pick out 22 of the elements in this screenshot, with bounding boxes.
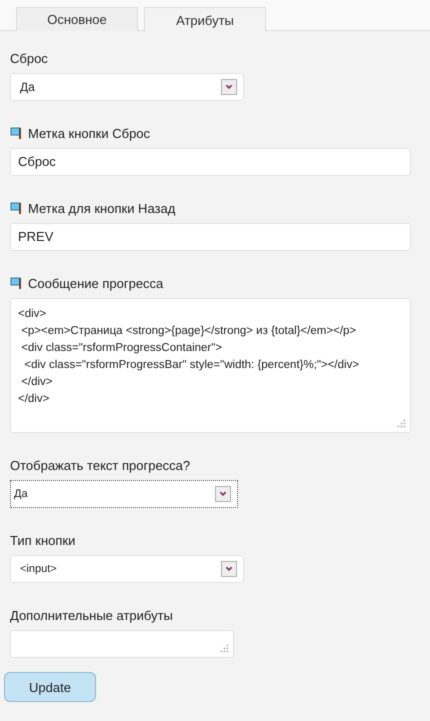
text-area[interactable]: <div> <p><em>Страница <strong>{page}</strong> из {total}</em></p> <div class="rsformProgressContainer"> <div class="rsformProgressBar" style="width: {percent}%;"></div> </div> </div>	[10, 298, 411, 433]
dropdown[interactable]: <input>	[10, 555, 244, 583]
field-label: Дополнительные атрибуты	[10, 608, 173, 622]
field-label: Сообщение прогресса	[28, 276, 164, 290]
field-label: Сброс	[10, 50, 48, 66]
input-field[interactable]: PREV	[10, 223, 411, 251]
field-label: Тип кнопки	[10, 532, 76, 548]
caret-icon	[221, 561, 237, 577]
field-label: Метка для кнопки Назад	[28, 200, 176, 216]
dropdown[interactable]: Да	[10, 73, 244, 101]
text-area[interactable]	[10, 630, 234, 658]
caret-icon	[221, 79, 237, 95]
tab[interactable]: Атрибуты	[144, 7, 266, 32]
field-label: Метка кнопки Сброс	[28, 126, 150, 140]
update-button[interactable]: Update	[4, 672, 96, 702]
resize-handle-icon[interactable]	[220, 644, 229, 653]
dropdown[interactable]: Да	[10, 480, 238, 508]
input-field[interactable]: Сброс	[10, 148, 411, 176]
caret-icon	[215, 486, 231, 502]
field-label: Отображать текст прогресса?	[10, 458, 190, 472]
resize-handle-icon[interactable]	[397, 419, 406, 428]
tab[interactable]: Основное	[16, 7, 138, 31]
